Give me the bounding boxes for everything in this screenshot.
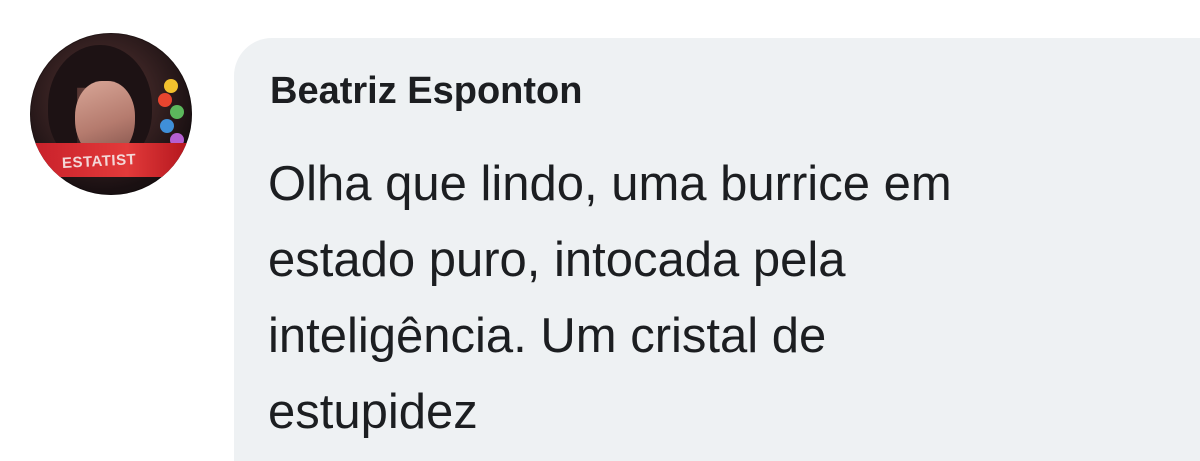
avatar-dot [160, 119, 174, 133]
comment-text-line: inteligência. Um cristal de [268, 309, 827, 363]
avatar-dot [164, 79, 178, 93]
comment-author[interactable]: Beatriz Esponton [270, 70, 582, 113]
comment: ESTATIST Beatriz Esponton Olha que lindo… [0, 0, 1200, 461]
avatar-dot [158, 93, 172, 107]
comment-bubble: Beatriz Esponton Olha que lindo, uma bur… [234, 38, 1200, 461]
avatar[interactable]: ESTATIST [30, 33, 192, 195]
avatar-dot [170, 105, 184, 119]
comment-text-line: estado puro, intocada pela [268, 233, 846, 287]
comment-text-line: Olha que lindo, uma burrice em [268, 157, 952, 211]
comment-text: Olha que lindo, uma burrice em estado pu… [268, 146, 1168, 450]
comment-text-line: estupidez [268, 385, 478, 439]
avatar-emoji-cluster [158, 79, 184, 149]
